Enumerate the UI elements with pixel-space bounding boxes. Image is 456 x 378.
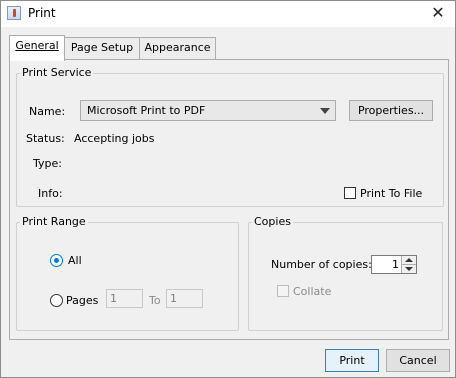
tab-appearance-label: Appearance (144, 41, 211, 54)
spinner-up-icon[interactable] (401, 256, 416, 264)
number-of-copies-label: Number of copies: (271, 258, 372, 271)
pages-radio[interactable] (50, 294, 63, 307)
print-service-title: Print Service (20, 66, 94, 79)
tab-appearance[interactable]: Appearance (139, 37, 216, 60)
copies-title: Copies (252, 215, 293, 228)
info-label: Info: (38, 187, 63, 200)
copies-value: 1 (392, 258, 399, 271)
print-range-title: Print Range (20, 215, 88, 228)
to-label: To (149, 294, 161, 307)
chevron-down-icon[interactable] (320, 108, 330, 114)
status-label: Status: (26, 132, 65, 145)
copies-group: Copies Number of copies: Collate (248, 215, 443, 331)
tab-general[interactable]: General (9, 35, 65, 61)
all-radio[interactable] (50, 254, 63, 267)
pages-from-field[interactable]: 1 (106, 289, 143, 308)
copies-spinner[interactable]: 1 (371, 255, 417, 274)
properties-button-label: Properties... (357, 104, 425, 117)
status-value: Accepting jobs (74, 132, 155, 145)
printer-select-value: Microsoft Print to PDF (87, 104, 206, 117)
tab-general-label: General (15, 39, 59, 52)
properties-button[interactable]: Properties... (349, 100, 433, 121)
general-panel: Print Service Name: Microsoft Print to P… (9, 59, 449, 340)
print-button[interactable]: Print (325, 349, 379, 372)
close-icon[interactable]: ✕ (426, 3, 450, 23)
tab-page-setup[interactable]: Page Setup (64, 37, 140, 60)
spinner-down-icon[interactable] (401, 264, 416, 273)
java-app-icon (7, 6, 21, 20)
print-to-file-label[interactable]: Print To File (360, 187, 422, 200)
print-button-label: Print (339, 354, 365, 367)
pages-to-field[interactable]: 1 (166, 289, 203, 308)
cancel-button-label: Cancel (399, 354, 437, 367)
print-dialog: Print ✕ General Page Setup Appearance Pr… (0, 0, 456, 378)
title-bar: Print ✕ (1, 1, 455, 27)
type-label: Type: (33, 157, 62, 170)
print-to-file-checkbox[interactable] (344, 187, 356, 199)
collate-checkbox[interactable] (277, 285, 289, 297)
name-label: Name: (29, 105, 66, 118)
all-label[interactable]: All (68, 254, 82, 267)
collate-label[interactable]: Collate (293, 285, 331, 298)
print-range-group: Print Range All Pages 1 To 1 (16, 215, 239, 331)
window-title: Print (28, 6, 56, 20)
printer-select[interactable]: Microsoft Print to PDF (80, 100, 336, 121)
print-service-group: Print Service Name: Microsoft Print to P… (16, 66, 444, 207)
tab-page-setup-label: Page Setup (70, 41, 134, 54)
pages-label[interactable]: Pages (66, 294, 98, 307)
cancel-button[interactable]: Cancel (386, 349, 450, 372)
